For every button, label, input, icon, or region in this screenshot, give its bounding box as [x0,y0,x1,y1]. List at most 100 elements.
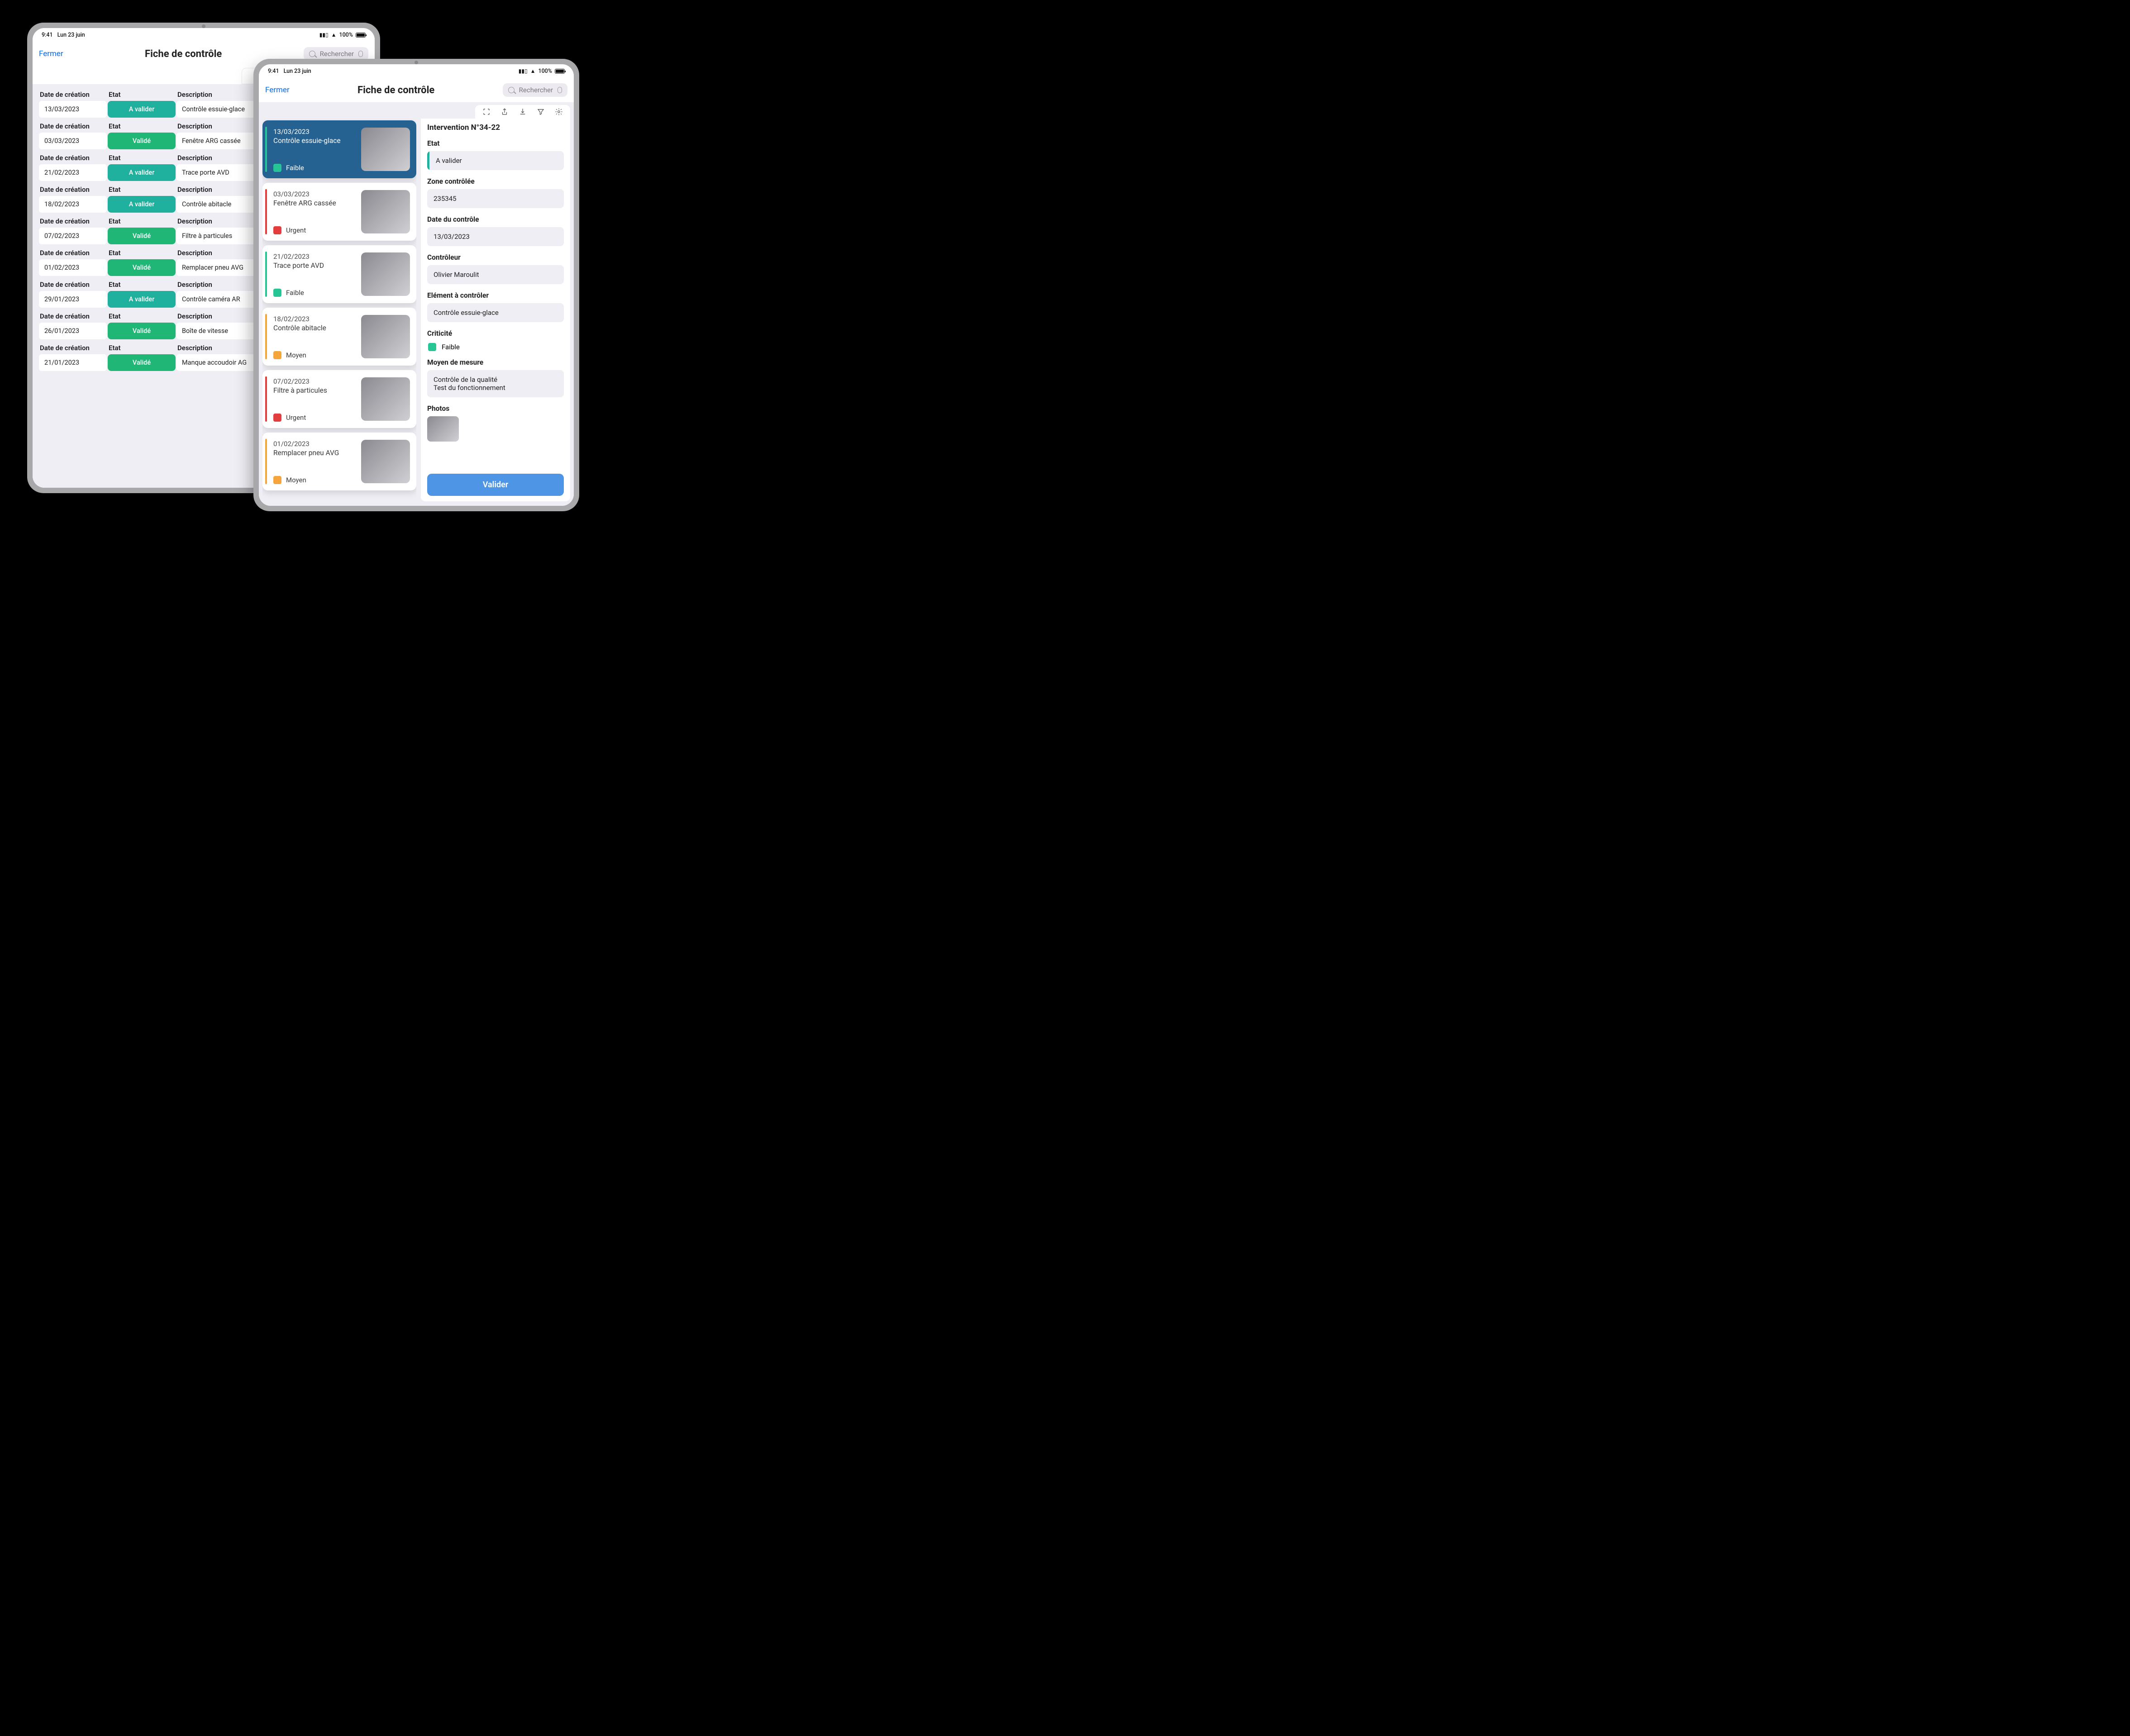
card-crit: Moyen [273,476,356,484]
status-battery-pct: 100% [538,68,552,75]
col-etat-label: Etat [109,281,176,289]
detail-controleur-value: Olivier Maroulit [427,265,564,284]
card-list: 13/03/2023Contrôle essuie-glaceFaible03/… [262,119,416,501]
close-button[interactable]: Fermer [265,86,290,95]
detail-moyen-label: Moyen de mesure [427,358,564,366]
card-stripe [265,127,267,172]
list-card[interactable]: 18/02/2023Contrôle abitacle Moyen [262,308,416,366]
col-etat-label: Etat [109,185,176,194]
card-photo-thumb[interactable] [361,128,410,171]
list-card[interactable]: 21/02/2023Trace porte AVDFaible [262,245,416,303]
detail-date-label: Date du contrôle [427,215,564,224]
detail-photos-label: Photos [427,404,564,413]
crit-badge [273,289,281,297]
card-desc: Contrôle abitacle [273,324,356,332]
tablet-camera-dot [415,61,418,64]
card-photo-thumb[interactable] [361,440,410,483]
share-icon[interactable] [500,108,509,116]
status-time: 9:41 [42,32,53,38]
col-etat-label: Etat [109,312,176,320]
cell-date: 18/02/2023 [39,196,107,213]
detail-moyen-value: Contrôle de la qualité Test du fonctionn… [427,370,564,397]
filter-icon[interactable] [537,108,545,116]
card-crit: Faible [273,289,356,297]
detail-zone-value: 235345 [427,189,564,208]
toolbar [259,102,574,119]
card-stripe [265,189,267,234]
card-desc: Fenêtre ARG cassée [273,199,356,207]
page-title: Fiche de contrôle [357,85,434,96]
card-desc: Filtre à particules [273,386,356,395]
crit-badge [273,351,281,359]
col-date-label: Date de création [40,344,108,352]
detail-etat-value: A valider [427,151,564,170]
download-icon[interactable] [519,108,527,116]
cell-date: 21/02/2023 [39,164,107,181]
card-date: 18/02/2023 [273,315,356,323]
statusbar: 9:41 Lun 23 juin ▮▮▯ ▲ 100% [259,64,574,78]
col-date-label: Date de création [40,312,108,320]
col-etat-label: Etat [109,154,176,162]
col-etat-label: Etat [109,90,176,99]
detail-element-value: Contrôle essuie-glace [427,303,564,322]
mic-icon [558,87,562,93]
detail-zone-label: Zone contrôlée [427,177,564,185]
status-time: 9:41 [268,68,279,75]
header: Fermer Fiche de contrôle Rechercher [259,78,574,102]
validate-button[interactable]: Valider [427,474,564,496]
scan-icon[interactable] [482,108,491,116]
cell-etat-badge: Validé [108,354,176,371]
cell-etat-badge: Validé [108,259,176,276]
detail-photo-thumb[interactable] [427,416,459,442]
gear-icon[interactable] [555,108,563,116]
page-title: Fiche de contrôle [145,48,222,60]
search-placeholder: Rechercher [519,86,553,94]
detail-controleur-label: Contrôleur [427,253,564,262]
col-etat-label: Etat [109,217,176,225]
card-desc: Remplacer pneu AVG [273,449,356,457]
list-card[interactable]: 13/03/2023Contrôle essuie-glaceFaible [262,120,416,178]
crit-badge [273,226,281,234]
status-date: Lun 23 juin [284,68,311,75]
screen-front: 9:41 Lun 23 juin ▮▮▯ ▲ 100% Fermer Fiche… [259,64,574,506]
detail-panel: Intervention N°34-22 Etat A valider Zone… [421,119,570,501]
mic-icon [358,51,363,57]
status-battery-pct: 100% [339,32,353,38]
signal-icon: ▮▮▯ [519,68,528,74]
card-crit: Urgent [273,414,356,422]
search-input[interactable]: Rechercher [503,83,567,97]
tablet-camera-dot [202,24,205,28]
signal-icon: ▮▮▯ [319,32,329,38]
cell-date: 13/03/2023 [39,101,107,118]
list-card[interactable]: 07/02/2023Filtre à particulesUrgent [262,370,416,428]
col-etat-label: Etat [109,122,176,130]
wifi-icon: ▲ [331,32,337,38]
cell-etat-badge: A valider [108,291,176,308]
battery-icon [356,33,366,38]
detail-title: Intervention N°34-22 [427,123,564,132]
cell-date: 21/01/2023 [39,354,107,371]
card-photo-thumb[interactable] [361,252,410,296]
cell-date: 03/03/2023 [39,133,107,149]
col-date-label: Date de création [40,281,108,289]
wifi-icon: ▲ [530,68,536,74]
search-placeholder: Rechercher [320,50,354,58]
card-stripe [265,439,267,484]
card-crit: Moyen [273,351,356,359]
card-photo-thumb[interactable] [361,190,410,233]
list-card[interactable]: 03/03/2023Fenêtre ARG casséeUrgent [262,183,416,241]
close-button[interactable]: Fermer [39,49,63,58]
card-photo-thumb[interactable] [361,377,410,421]
cell-date: 07/02/2023 [39,228,107,244]
card-stripe [265,314,267,359]
cell-etat-badge: A valider [108,196,176,213]
tablet-front: 9:41 Lun 23 juin ▮▮▯ ▲ 100% Fermer Fiche… [253,59,579,511]
list-card[interactable]: 01/02/2023Remplacer pneu AVGMoyen [262,433,416,490]
col-date-label: Date de création [40,249,108,257]
card-photo-thumb[interactable] [361,315,410,358]
col-date-label: Date de création [40,90,108,99]
detail-etat-label: Etat [427,139,564,147]
card-desc: Contrôle essuie-glace [273,137,356,145]
statusbar: 9:41 Lun 23 juin ▮▮▯ ▲ 100% [33,28,375,42]
col-etat-label: Etat [109,249,176,257]
